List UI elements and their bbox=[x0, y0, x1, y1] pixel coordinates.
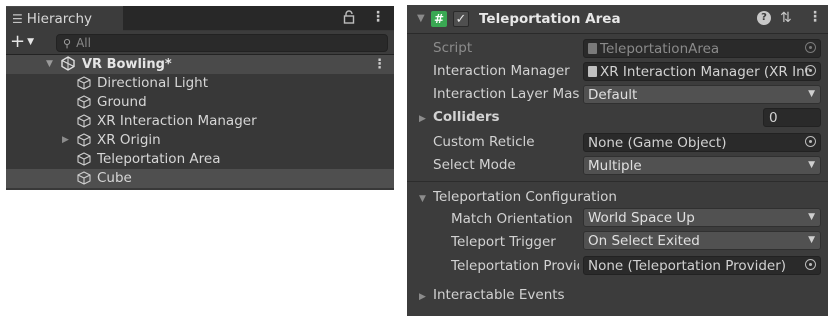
hierarchy-panel: ☰ Hierarchy ⋮ + ▼ ⚲ All ▼ VR Bowling* ⋮ D… bbox=[6, 6, 394, 190]
scene-row[interactable]: ▼ VR Bowling* ⋮ bbox=[6, 55, 394, 74]
foldout-expanded-icon[interactable]: ▼ bbox=[46, 59, 53, 69]
hierarchy-item-label: Cube bbox=[97, 170, 132, 186]
tab-label: Hierarchy bbox=[26, 11, 93, 27]
custom-reticle-value: None (Game Object) bbox=[588, 134, 727, 151]
gameobject-cube-icon bbox=[77, 133, 91, 147]
gameobject-cube-icon bbox=[77, 95, 91, 109]
lock-icon[interactable] bbox=[343, 10, 355, 25]
interaction-manager-value: XR Interaction Manager (XR Int bbox=[600, 63, 810, 80]
gameobject-cube-icon bbox=[77, 114, 91, 128]
more-options-icon[interactable]: ⋮ bbox=[371, 9, 385, 25]
hierarchy-item-label: Teleportation Area bbox=[97, 151, 221, 167]
script-file-icon bbox=[588, 43, 597, 54]
select-mode-dropdown[interactable]: Multiple ▼ bbox=[583, 156, 821, 175]
teleportation-provider-value: None (Teleportation Provider) bbox=[588, 257, 787, 274]
tab-hierarchy[interactable]: ☰ Hierarchy bbox=[6, 6, 123, 31]
list-icon: ☰ bbox=[12, 12, 23, 26]
foldout-expanded-icon[interactable]: ▼ bbox=[417, 13, 425, 24]
component-icon bbox=[588, 66, 597, 77]
search-placeholder: All bbox=[76, 36, 91, 50]
search-icon: ⚲ bbox=[63, 36, 72, 50]
hierarchy-item[interactable]: ▶ XR Origin bbox=[6, 131, 394, 150]
script-value: TeleportationArea bbox=[600, 40, 720, 57]
search-input[interactable]: ⚲ All bbox=[56, 34, 388, 52]
interactable-events-label[interactable]: Interactable Events bbox=[433, 287, 565, 303]
foldout-expanded-icon[interactable]: ▼ bbox=[419, 194, 426, 204]
scene-name: VR Bowling* bbox=[82, 57, 172, 72]
teleportation-provider-field[interactable]: None (Teleportation Provider) bbox=[583, 256, 821, 275]
hierarchy-item-selected[interactable]: Cube bbox=[6, 169, 394, 188]
chevron-down-icon: ▼ bbox=[808, 89, 815, 99]
hierarchy-item[interactable]: XR Interaction Manager bbox=[6, 112, 394, 131]
colliders-label[interactable]: Colliders bbox=[433, 109, 500, 125]
object-picker-icon[interactable] bbox=[805, 259, 816, 270]
match-orientation-label: Match Orientation bbox=[451, 211, 573, 227]
match-orientation-value: World Space Up bbox=[588, 209, 695, 226]
interaction-layer-mask-dropdown[interactable]: Default ▼ bbox=[583, 85, 821, 104]
script-field: TeleportationArea bbox=[583, 39, 821, 58]
interaction-layer-mask-value: Default bbox=[588, 86, 638, 103]
select-mode-label: Select Mode bbox=[433, 157, 516, 173]
gameobject-cube-icon bbox=[77, 171, 91, 185]
teleport-trigger-dropdown[interactable]: On Select Exited ▼ bbox=[583, 231, 821, 250]
match-orientation-dropdown[interactable]: World Space Up ▼ bbox=[583, 208, 821, 227]
help-icon[interactable]: ? bbox=[757, 11, 771, 25]
foldout-collapsed-icon[interactable]: ▶ bbox=[62, 135, 69, 145]
gameobject-cube-icon bbox=[77, 76, 91, 90]
script-hash-icon: # bbox=[431, 11, 447, 27]
object-picker-icon bbox=[805, 42, 816, 53]
custom-reticle-field[interactable]: None (Game Object) bbox=[583, 133, 821, 152]
hierarchy-item-label: XR Origin bbox=[97, 132, 161, 148]
component-menu-icon[interactable]: ⋮ bbox=[808, 9, 822, 25]
foldout-collapsed-icon[interactable]: ▶ bbox=[419, 114, 426, 124]
teleport-trigger-value: On Select Exited bbox=[588, 232, 700, 249]
component-title: Teleportation Area bbox=[479, 11, 621, 27]
colliders-size-field[interactable]: 0 bbox=[763, 108, 821, 127]
gameobject-cube-icon bbox=[77, 152, 91, 166]
chevron-down-icon: ▼ bbox=[808, 235, 815, 245]
interaction-layer-mask-label: Interaction Layer Mask bbox=[433, 86, 580, 102]
interaction-manager-field[interactable]: XR Interaction Manager (XR Int bbox=[583, 62, 821, 81]
foldout-collapsed-icon[interactable]: ▶ bbox=[419, 292, 426, 302]
colliders-size-value: 0 bbox=[769, 109, 778, 126]
scene-options-icon[interactable]: ⋮ bbox=[373, 57, 386, 72]
unity-scene-icon bbox=[60, 56, 76, 75]
hierarchy-item[interactable]: Teleportation Area bbox=[6, 150, 394, 169]
component-enabled-checkbox[interactable]: ✓ bbox=[453, 11, 469, 27]
presets-icon[interactable]: ⇅ bbox=[780, 10, 792, 26]
script-label: Script bbox=[433, 40, 473, 56]
hierarchy-item[interactable]: Ground bbox=[6, 93, 394, 112]
hierarchy-item-label: XR Interaction Manager bbox=[97, 113, 257, 129]
hierarchy-item-label: Directional Light bbox=[97, 75, 208, 91]
interaction-manager-label: Interaction Manager bbox=[433, 63, 570, 79]
teleportation-provider-label: Teleportation Provider bbox=[451, 258, 579, 274]
divider bbox=[407, 181, 828, 182]
chevron-down-icon: ▼ bbox=[808, 212, 815, 222]
hierarchy-item-label: Ground bbox=[97, 94, 147, 110]
component-header[interactable]: ▼ # ✓ Teleportation Area ? ⇅ ⋮ bbox=[407, 5, 828, 34]
create-button[interactable]: + ▼ bbox=[10, 32, 46, 52]
teleportation-configuration-label[interactable]: Teleportation Configuration bbox=[433, 189, 617, 205]
select-mode-value: Multiple bbox=[588, 157, 642, 174]
chevron-down-icon: ▼ bbox=[27, 37, 35, 47]
custom-reticle-label: Custom Reticle bbox=[433, 134, 535, 150]
object-picker-icon[interactable] bbox=[805, 136, 816, 147]
inspector-panel: ▼ # ✓ Teleportation Area ? ⇅ ⋮ Script Te… bbox=[407, 5, 828, 316]
teleport-trigger-label: Teleport Trigger bbox=[451, 234, 556, 250]
object-picker-icon[interactable] bbox=[805, 65, 816, 76]
hierarchy-toolbar: + ▼ ⚲ All bbox=[6, 31, 394, 55]
hierarchy-item[interactable]: Directional Light bbox=[6, 74, 394, 93]
chevron-down-icon: ▼ bbox=[808, 160, 815, 170]
